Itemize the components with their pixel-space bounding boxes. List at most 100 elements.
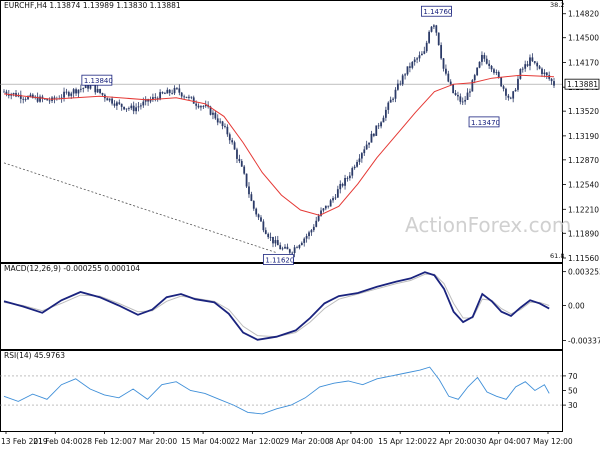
price-candle-body (461, 101, 464, 103)
price-candle-body (267, 233, 270, 238)
price-y-tick-label: 1.14820 (568, 10, 599, 19)
price-annotation-label: 1.13470 (471, 119, 500, 127)
price-candle-body (96, 88, 99, 93)
price-candle-body (505, 88, 507, 96)
price-candle-body (541, 68, 543, 74)
price-candle-body (543, 72, 546, 74)
price-candle-body (529, 57, 531, 66)
price-candle-body (3, 91, 5, 93)
price-candle-body (533, 61, 536, 63)
x-tick-label: 22 Apr 20:00 (427, 437, 476, 446)
price-candle-body (469, 91, 471, 93)
price-y-tick-label: 1.12210 (568, 205, 599, 214)
price-y-tick-label: 1.13520 (568, 107, 599, 116)
price-candle-body (101, 93, 104, 95)
price-candle-body (269, 236, 272, 238)
price-candle-body (531, 57, 534, 62)
price-candle-body (284, 246, 286, 249)
price-candle-body (293, 247, 296, 253)
price-candle-body (360, 153, 363, 159)
price-candle-body (353, 166, 356, 169)
price-candle-body (221, 121, 224, 127)
price-candle-body (413, 59, 416, 62)
x-tick-label: 29 Mar 20:00 (280, 437, 330, 446)
price-candle-body (553, 81, 555, 86)
price-candle-body (392, 98, 394, 100)
price-candle-body (135, 107, 137, 112)
price-candle-body (394, 89, 397, 99)
price-candle-body (514, 89, 517, 92)
price-candle-body (197, 105, 200, 108)
price-candle-body (341, 183, 344, 186)
price-candle-body (351, 168, 354, 176)
price-candle-body (517, 78, 519, 90)
price-candle-body (233, 142, 236, 150)
price-candle-body (125, 108, 128, 110)
price-candle-body (303, 238, 306, 243)
price-candle-body (176, 87, 178, 89)
price-candle-body (139, 105, 142, 107)
price-candle-body (317, 215, 320, 221)
price-candle-body (29, 94, 32, 97)
price-candle-body (442, 58, 445, 69)
price-candle-body (312, 226, 315, 231)
current-price-label: 1.13881 (567, 80, 598, 89)
price-y-tick-label: 1.12540 (568, 181, 599, 190)
price-candle-body (336, 189, 339, 198)
price-candle-body (433, 25, 435, 27)
price-candle-body (512, 91, 515, 99)
price-candle-body (185, 96, 188, 98)
price-candle-body (188, 96, 190, 98)
price-candle-body (70, 93, 73, 96)
price-y-tick-label: 1.12870 (568, 156, 599, 165)
chart-svg: ActionForex.com 1.14820 1.14500 1.14170 1.13… (0, 0, 600, 446)
price-candle-body (274, 240, 277, 244)
x-tick-label: 21 Feb 04:00 (33, 437, 82, 446)
chart-root: EURCHF,H4 1.13874 1.13989 1.13830 1.1388… (0, 0, 600, 450)
price-candle-body (65, 91, 68, 93)
x-tick-label: 7 May 12:00 (526, 437, 573, 446)
rsi-y-tick-label: 30 (568, 401, 578, 410)
macd-panel-header: MACD(12,26,9) -0.000255 0.000104 (4, 264, 141, 273)
price-candle-body (226, 126, 229, 135)
price-candle-body (447, 73, 450, 82)
price-candle-body (164, 93, 166, 95)
price-candle-body (406, 66, 409, 75)
price-candle-body (77, 89, 80, 94)
price-candle-body (339, 183, 342, 190)
fib-bottom-label: 61.8 (550, 252, 564, 260)
price-candle-body (279, 245, 282, 250)
price-candle-body (466, 92, 469, 100)
rsi-panel-frame (0, 350, 563, 432)
price-candle-body (526, 64, 529, 66)
price-candle-body (127, 108, 130, 109)
macd-signal-line (3, 273, 550, 338)
price-candle-body (67, 92, 70, 96)
price-candle-body (48, 100, 51, 102)
price-candle-body (399, 83, 402, 85)
price-candle-body (327, 205, 330, 207)
price-candle-body (401, 75, 404, 85)
rsi-line (3, 366, 550, 415)
price-candle-body (171, 92, 174, 94)
price-candle-body (430, 26, 433, 32)
price-candle-body (519, 69, 522, 79)
price-annotation-label: 1.13840 (84, 77, 113, 85)
price-candle-body (421, 53, 423, 56)
watermark: ActionForex.com (405, 213, 571, 237)
price-candle-body (476, 67, 479, 76)
price-candle-body (281, 248, 284, 250)
x-tick-label: 30 Apr 04:00 (477, 437, 526, 446)
price-y-tick-label: 1.11560 (568, 254, 599, 263)
price-candle-body (454, 92, 457, 95)
price-candle-body (452, 84, 455, 93)
price-candle-body (115, 102, 118, 106)
x-tick-label: 15 Apr 12:00 (378, 437, 427, 446)
price-candle-body (372, 133, 375, 136)
price-candle-body (108, 98, 111, 101)
price-candle-body (106, 98, 109, 101)
price-candle-body (344, 177, 346, 186)
price-candle-body (72, 89, 75, 94)
price-candle-body (308, 232, 310, 237)
price-candle-body (408, 66, 411, 68)
